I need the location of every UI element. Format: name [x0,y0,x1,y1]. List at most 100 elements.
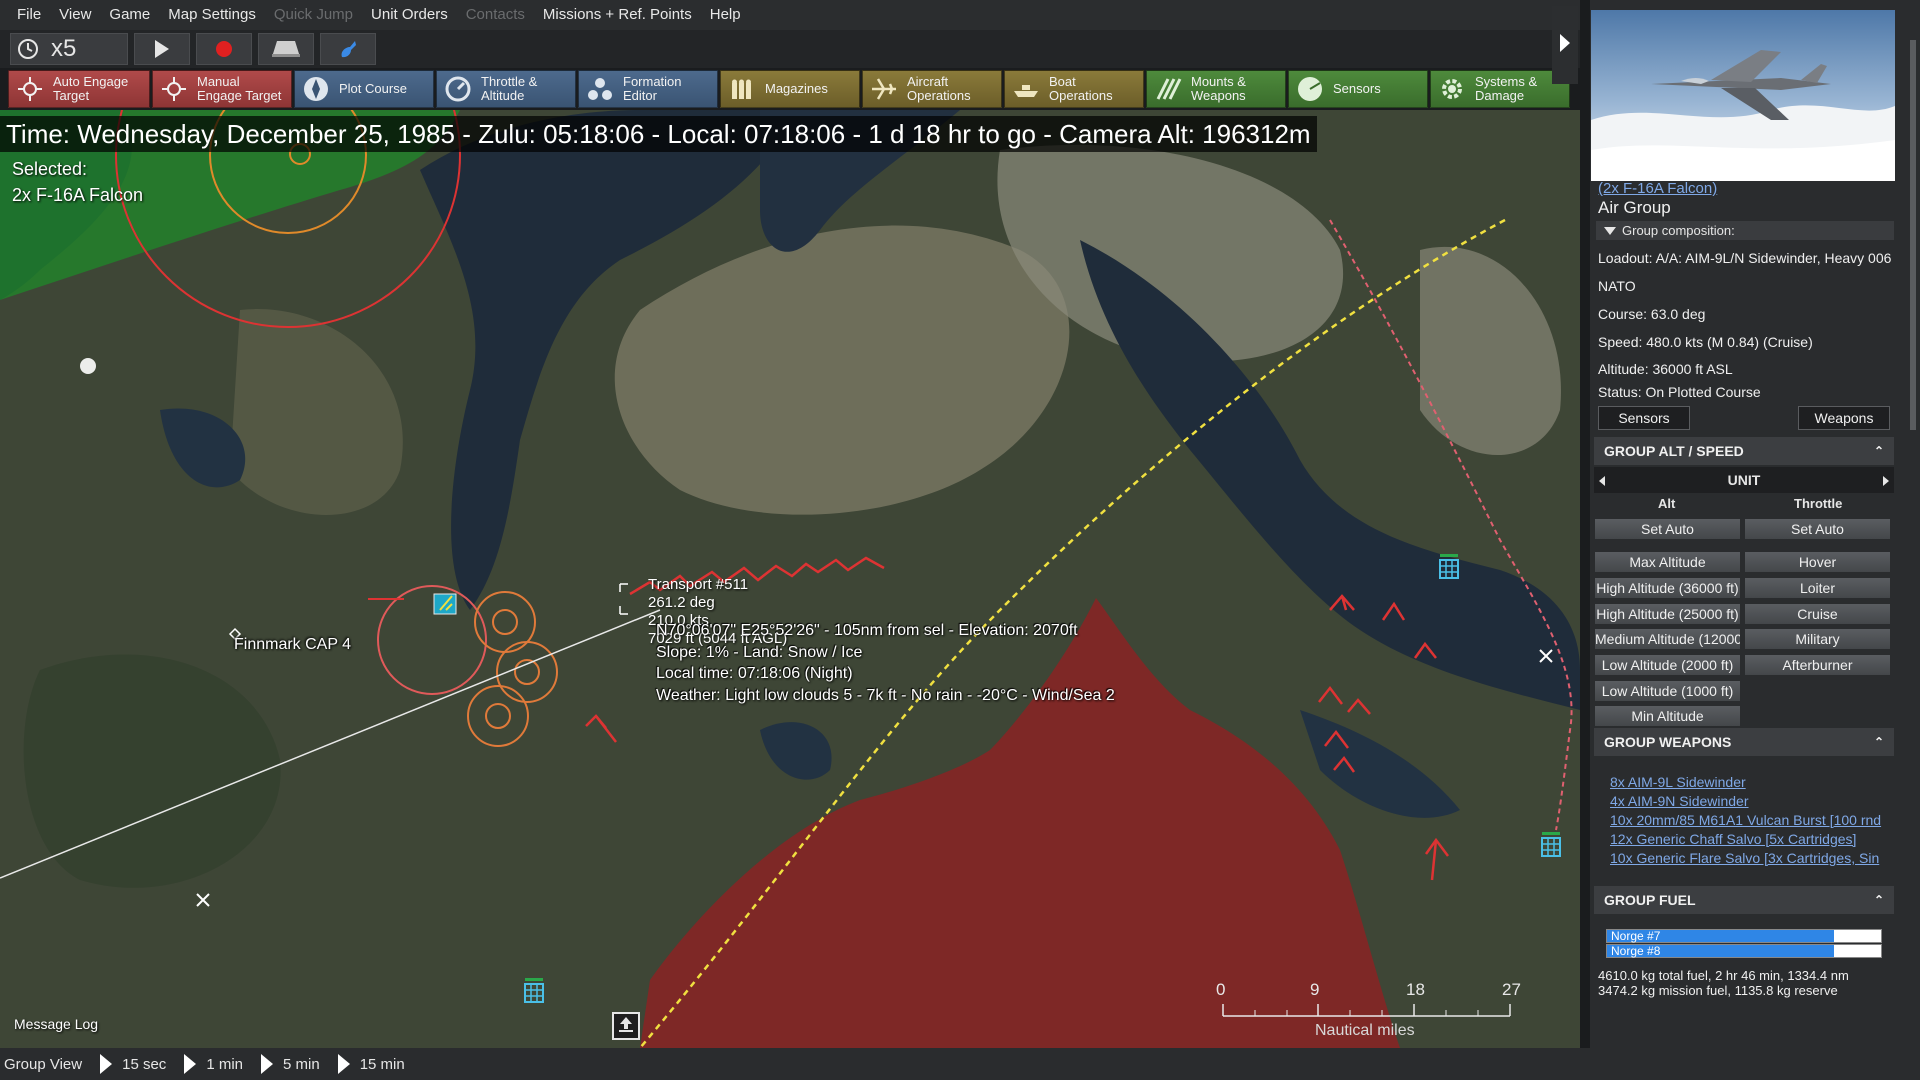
play-arrow-icon[interactable] [337,1054,350,1074]
command-label: Systems & Damage [1475,74,1538,103]
transport-name: Transport #511 [648,576,749,593]
message-log-label[interactable]: Message Log [14,1016,98,1032]
command-label: Aircraft Operations [907,74,971,103]
command-plot-course-button[interactable]: Plot Course [294,70,434,108]
collapse-icon[interactable]: ⌃ [1874,886,1884,914]
menu-quick-jump[interactable]: Quick Jump [265,0,362,30]
radar-icon [1295,74,1325,104]
section-title: GROUP WEAPONS [1604,734,1732,750]
group-alt-speed-header[interactable]: GROUP ALT / SPEED ⌃ [1594,437,1894,465]
collapse-icon[interactable]: ⌃ [1874,437,1884,465]
menu-contacts[interactable]: Contacts [457,0,534,30]
command-systems-damage-button[interactable]: Systems & Damage [1430,70,1570,108]
command-label: Throttle & Altitude [481,74,538,103]
menu-missions[interactable]: Missions + Ref. Points [534,0,701,30]
ref-point-label[interactable]: Finnmark CAP 4 [234,636,351,654]
group-weapons-header[interactable]: GROUP WEAPONS ⌃ [1594,728,1894,756]
menu-map-settings[interactable]: Map Settings [159,0,265,30]
altitude-preset-button[interactable]: Max Altitude [1594,551,1741,573]
panel-toggle-button[interactable] [1552,6,1578,84]
unit-tab-bar: UNIT [1594,467,1894,493]
throttle-preset-button[interactable]: Set Auto [1744,518,1891,540]
command-magazines-button[interactable]: Magazines [720,70,860,108]
command-mounts-weapons-button[interactable]: Mounts & Weapons [1146,70,1286,108]
throttle-column-header: Throttle [1794,496,1843,511]
brush-button[interactable] [320,33,376,65]
time-control-bar: x5 [0,30,1580,68]
crosshair-icon [15,74,45,104]
weapon-link[interactable]: 8x AIM-9L Sidewinder [1610,774,1746,790]
weapon-link[interactable]: 12x Generic Chaff Salvo [5x Cartridges] [1610,831,1856,847]
loadout-line: Loadout: A/A: AIM-9L/N Sidewinder, Heavy… [1598,250,1892,266]
group-fuel-header[interactable]: GROUP FUEL ⌃ [1594,886,1894,914]
scale-unit: Nautical miles [1315,1022,1415,1039]
altitude-preset-button[interactable]: High Altitude (25000 ft) [1594,603,1741,625]
throttle-preset-button[interactable]: Afterburner [1744,654,1891,676]
map-scale-bar: 0 9 18 27 Nautical miles [1210,980,1521,1040]
message-log-expand-button[interactable] [612,1012,640,1040]
unit-status-panel: (2x F-16A Falcon) Air Group Group compos… [1590,0,1920,1048]
menu-file[interactable]: File [8,0,50,30]
altitude-preset-button[interactable]: Set Auto [1594,518,1741,540]
step-15-sec[interactable]: 15 sec [122,1056,166,1073]
menu-unit-orders[interactable]: Unit Orders [362,0,457,30]
throttle-preset-button[interactable]: Military [1744,628,1891,650]
command-throttle-altitude-button[interactable]: Throttle & Altitude [436,70,576,108]
weapon-link[interactable]: 10x 20mm/85 M61A1 Vulcan Burst [100 rnd [1610,812,1881,828]
altitude-preset-button[interactable]: High Altitude (36000 ft) [1594,577,1741,599]
command-label: Magazines [765,81,828,96]
weapon-link[interactable]: 10x Generic Flare Salvo [3x Cartridges, … [1610,850,1879,866]
play-arrow-icon[interactable] [184,1054,197,1074]
throttle-preset-button[interactable]: Cruise [1744,603,1891,625]
command-aircraft-operations-button[interactable]: Aircraft Operations [862,70,1002,108]
menu-game[interactable]: Game [100,0,159,30]
unit-tab[interactable]: UNIT [1594,472,1894,488]
compass-icon [301,74,331,104]
menu-view[interactable]: View [50,0,100,30]
group-composition-dropdown[interactable]: Group composition: [1596,221,1894,240]
throttle-preset-button[interactable]: Loiter [1744,577,1891,599]
weapons-button[interactable]: Weapons [1798,406,1890,430]
altitude-line: Altitude: 36000 ft ASL [1598,361,1733,377]
tactical-map[interactable]: Time: Wednesday, December 25, 1985 - Zul… [0,110,1580,1048]
command-sensors-button[interactable]: Sensors [1288,70,1428,108]
step-15-min[interactable]: 15 min [360,1056,405,1073]
step-1-min[interactable]: 1 min [206,1056,243,1073]
eraser-button[interactable] [258,33,314,65]
command-auto-engage-target-button[interactable]: Auto Engage Target [8,70,150,108]
weapon-link[interactable]: 4x AIM-9N Sidewinder [1610,793,1749,809]
play-arrow-icon[interactable] [261,1054,273,1074]
altitude-preset-button[interactable]: Medium Altitude (12000 ft) [1594,628,1741,650]
group-view-label[interactable]: Group View [4,1056,82,1073]
panel-scrollbar[interactable] [1908,40,1918,1000]
fuel-mission-line: 3474.2 kg mission fuel, 1135.8 kg reserv… [1598,983,1838,998]
throttle-preset-button[interactable]: Hover [1744,551,1891,573]
menu-help[interactable]: Help [701,0,750,30]
unit-name-link[interactable]: (2x F-16A Falcon) [1598,180,1717,197]
time-compression-button[interactable]: x5 [10,33,128,65]
alt-column-header: Alt [1658,496,1676,511]
unit-photo [1591,10,1895,181]
command-manual-engage-target-button[interactable]: Manual Engage Target [152,70,292,108]
altitude-preset-button[interactable]: Low Altitude (1000 ft) [1594,680,1741,702]
record-button[interactable] [196,33,252,65]
altitude-preset-button[interactable]: Low Altitude (2000 ft) [1594,654,1741,676]
sensors-button[interactable]: Sensors [1598,406,1690,430]
scrollbar-thumb[interactable] [1910,40,1916,430]
command-formation-editor-button[interactable]: Formation Editor [578,70,718,108]
map-canvas[interactable] [0,110,1580,1048]
formation-icon [585,74,615,104]
scale-label: 9 [1310,980,1320,999]
collapse-icon[interactable]: ⌃ [1874,728,1884,756]
chevron-right-icon[interactable] [1882,474,1890,492]
selected-unit-name: 2x F-16A Falcon [12,185,144,205]
gear-icon [1437,74,1467,104]
altitude-preset-button[interactable]: Min Altitude [1594,705,1741,727]
step-5-min[interactable]: 5 min [283,1056,320,1073]
play-arrow-icon[interactable] [100,1054,113,1074]
command-boat-operations-button[interactable]: Boat Operations [1004,70,1144,108]
cursor-info-tooltip: N70°06'07" E25°52'26" - 105nm from sel -… [656,620,1115,706]
speed-line: Speed: 480.0 kts (M 0.84) (Cruise) [1598,334,1813,350]
play-button[interactable] [134,33,190,65]
section-title: GROUP ALT / SPEED [1604,443,1744,459]
